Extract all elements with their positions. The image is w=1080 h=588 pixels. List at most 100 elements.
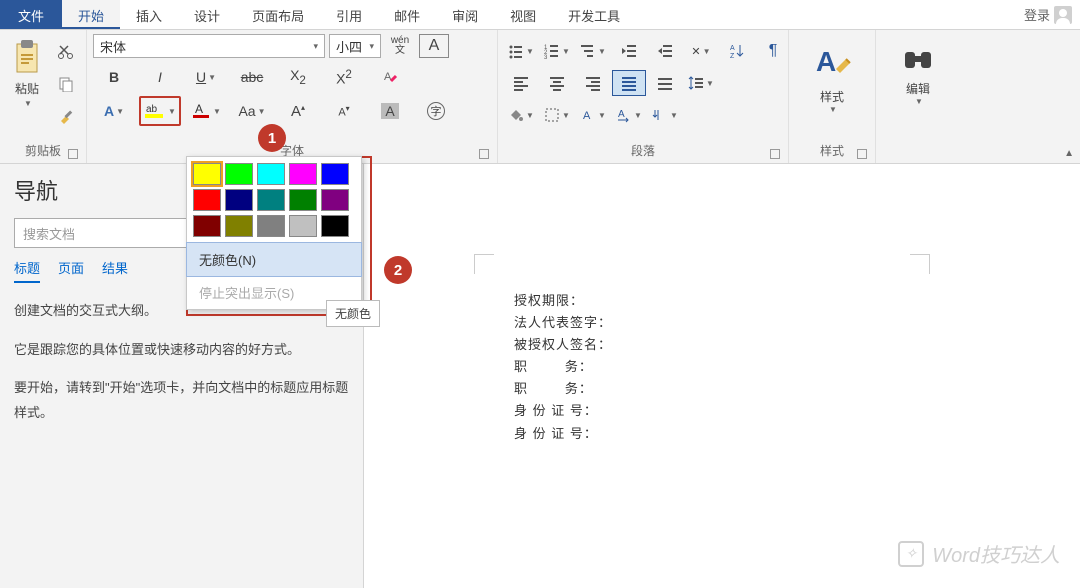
phonetic-guide-button[interactable]: wén文	[385, 34, 415, 58]
line-spacing-icon	[688, 75, 704, 91]
char-scale-button[interactable]: A▼	[612, 102, 646, 128]
eraser-icon: A	[382, 69, 398, 85]
text-effects-button[interactable]: A▼	[93, 96, 135, 126]
align-right-button[interactable]	[576, 70, 610, 96]
dialog-launcher-icon[interactable]	[68, 149, 78, 159]
snap-grid-button[interactable]: A▼	[576, 102, 610, 128]
document-area[interactable]: 授权期限： 法人代表签字： 被授权人签名： 职 务： 职 务： 身 份 证 号：…	[364, 164, 1080, 588]
color-swatch-yellow[interactable]	[193, 163, 221, 185]
nav-tab-pages[interactable]: 页面	[58, 258, 84, 283]
paste-label: 粘贴	[15, 80, 39, 97]
cut-button[interactable]	[52, 40, 80, 64]
tab-developer[interactable]: 开发工具	[552, 0, 636, 29]
dialog-launcher-icon[interactable]	[479, 149, 489, 159]
color-swatch-blue[interactable]	[321, 163, 349, 185]
font-name-combo[interactable]: 宋体▾	[93, 34, 325, 58]
color-swatch-teal[interactable]	[257, 189, 285, 211]
sort-button[interactable]: AZ	[720, 38, 754, 64]
align-center-icon	[549, 75, 565, 91]
bold-button[interactable]: B	[93, 62, 135, 92]
asian-layout-button[interactable]: ✕▼	[684, 38, 718, 64]
tab-references[interactable]: 引用	[320, 0, 378, 29]
highlight-button[interactable]: ab▼	[139, 96, 181, 126]
change-case-icon: Aa	[238, 103, 255, 119]
strikethrough-button[interactable]: abc	[231, 62, 273, 92]
underline-button[interactable]: U▼	[185, 62, 227, 92]
tab-home[interactable]: 开始	[62, 0, 120, 29]
subscript-icon: X2	[290, 67, 306, 87]
color-swatch-darkgreen[interactable]	[289, 189, 317, 211]
borders-button[interactable]: ▼	[540, 102, 574, 128]
format-painter-button[interactable]	[52, 104, 80, 128]
find-button[interactable]	[897, 38, 939, 80]
shading-button[interactable]: ▼	[504, 102, 538, 128]
color-swatch-maroon[interactable]	[193, 215, 221, 237]
grow-font-button[interactable]: A▴	[277, 96, 319, 126]
binoculars-icon	[901, 42, 935, 76]
color-swatch-magenta[interactable]	[289, 163, 317, 185]
color-swatch-green[interactable]	[225, 163, 253, 185]
bullets-icon	[508, 43, 524, 59]
color-swatch-olive[interactable]	[225, 215, 253, 237]
collapse-ribbon-button[interactable]: ▲	[1064, 148, 1074, 159]
text-direction-button[interactable]: ▼	[648, 102, 682, 128]
nav-tab-results[interactable]: 结果	[102, 258, 128, 283]
tab-layout[interactable]: 页面布局	[236, 0, 320, 29]
increase-indent-button[interactable]	[648, 38, 682, 64]
nav-tab-headings[interactable]: 标题	[14, 258, 40, 283]
tab-view[interactable]: 视图	[494, 0, 552, 29]
wechat-icon: ✧	[898, 541, 924, 567]
tab-file[interactable]: 文件	[0, 0, 62, 29]
svg-text:A: A	[583, 110, 591, 122]
clear-format-button[interactable]: A	[369, 62, 411, 92]
tab-design[interactable]: 设计	[178, 0, 236, 29]
show-marks-button[interactable]: ¶	[756, 38, 790, 64]
tab-review[interactable]: 审阅	[436, 0, 494, 29]
nav-help-text: 创建文档的交互式大纲。 它是跟踪您的具体位置或快速移动内容的好方式。 要开始，请…	[14, 299, 349, 426]
char-shading-button[interactable]: A	[369, 96, 411, 126]
color-swatch-purple[interactable]	[321, 189, 349, 211]
superscript-button[interactable]: X2	[323, 62, 365, 92]
char-border-button[interactable]: A	[419, 34, 449, 58]
align-left-button[interactable]	[504, 70, 538, 96]
align-left-icon	[513, 75, 529, 91]
italic-icon: I	[158, 69, 162, 85]
enclose-char-button[interactable]: 字	[415, 96, 457, 126]
font-size-combo[interactable]: 小四▾	[329, 34, 381, 58]
bullets-button[interactable]: ▼	[504, 38, 538, 64]
tab-mail[interactable]: 邮件	[378, 0, 436, 29]
copy-button[interactable]	[52, 72, 80, 96]
line-spacing-button[interactable]: ▼	[684, 70, 718, 96]
svg-text:ab: ab	[146, 104, 158, 115]
svg-text:A: A	[816, 46, 836, 77]
scissors-icon	[58, 44, 74, 60]
subscript-button[interactable]: X2	[277, 62, 319, 92]
document-text[interactable]: 授权期限： 法人代表签字： 被授权人签名： 职 务： 职 务： 身 份 证 号：…	[514, 290, 612, 445]
color-swatch-silver[interactable]	[289, 215, 317, 237]
paste-button[interactable]: 粘贴 ▼	[6, 34, 48, 112]
multilevel-button[interactable]: ▼	[576, 38, 610, 64]
font-color-button[interactable]: A▼	[185, 96, 227, 126]
multilevel-icon	[580, 43, 596, 59]
color-swatch-red[interactable]	[193, 189, 221, 211]
color-swatch-cyan[interactable]	[257, 163, 285, 185]
tab-insert[interactable]: 插入	[120, 0, 178, 29]
color-swatch-navy[interactable]	[225, 189, 253, 211]
numbering-button[interactable]: 123▼	[540, 38, 574, 64]
dialog-launcher-icon[interactable]	[857, 149, 867, 159]
login-button[interactable]: 登录	[1016, 0, 1080, 29]
align-center-button[interactable]	[540, 70, 574, 96]
align-distribute-button[interactable]	[648, 70, 682, 96]
styles-button[interactable]: A	[807, 38, 857, 88]
copy-icon	[58, 76, 74, 92]
italic-button[interactable]: I	[139, 62, 181, 92]
color-swatch-gray[interactable]	[257, 215, 285, 237]
no-color-item[interactable]: 无颜色(N)	[186, 242, 362, 277]
shrink-font-button[interactable]: A▾	[323, 96, 365, 126]
color-swatch-black[interactable]	[321, 215, 349, 237]
dialog-launcher-icon[interactable]	[770, 149, 780, 159]
align-justify-button[interactable]	[612, 70, 646, 96]
shrink-font-icon: A▾	[338, 104, 349, 119]
decrease-indent-button[interactable]	[612, 38, 646, 64]
change-case-button[interactable]: Aa▼	[231, 96, 273, 126]
